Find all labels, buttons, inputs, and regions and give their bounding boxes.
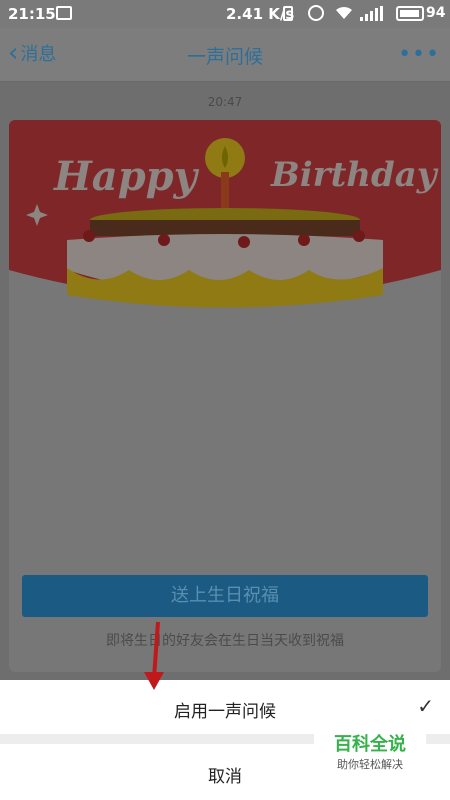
watermark-logo: 百科全说 助你轻松解决	[314, 726, 426, 774]
birthday-banner: Happy Birthday	[9, 120, 441, 308]
happy-text: Happy	[53, 153, 200, 200]
image-icon	[56, 6, 72, 20]
send-wishes-button[interactable]: 送上生日祝福	[22, 575, 428, 617]
status-time: 21:15	[8, 5, 56, 23]
greeting-card: Happy Birthday 送上生日祝福 即将生日的好友会在生日当天收到祝福	[9, 120, 441, 672]
more-icon[interactable]: •••	[398, 42, 440, 67]
alarm-icon	[308, 5, 324, 21]
battery-icon	[396, 6, 424, 21]
page-title: 一声问候	[186, 46, 263, 68]
card-hint: 即将生日的好友会在生日当天收到祝福	[106, 633, 344, 649]
signal-icon	[360, 6, 383, 21]
wifi-icon	[334, 4, 354, 24]
nav-bar: ‹ 消息 一声问候 •••	[0, 28, 450, 82]
battery-fill	[400, 10, 419, 17]
enable-greeting-label: 启用一声问候	[174, 702, 276, 722]
annotation-arrow-icon	[144, 621, 164, 690]
message-timestamp: 20:47	[207, 95, 243, 109]
birthday-text: Birthday	[270, 155, 439, 195]
checkmark-icon: ✓	[417, 694, 434, 718]
vibrate-icon	[283, 6, 293, 21]
status-bar: 21:15 2.41 K/s 94	[0, 0, 450, 28]
battery-percent: 94	[426, 5, 446, 21]
watermark-title: 百科全说	[334, 734, 406, 755]
watermark-subtitle: 助你轻松解决	[337, 758, 403, 771]
